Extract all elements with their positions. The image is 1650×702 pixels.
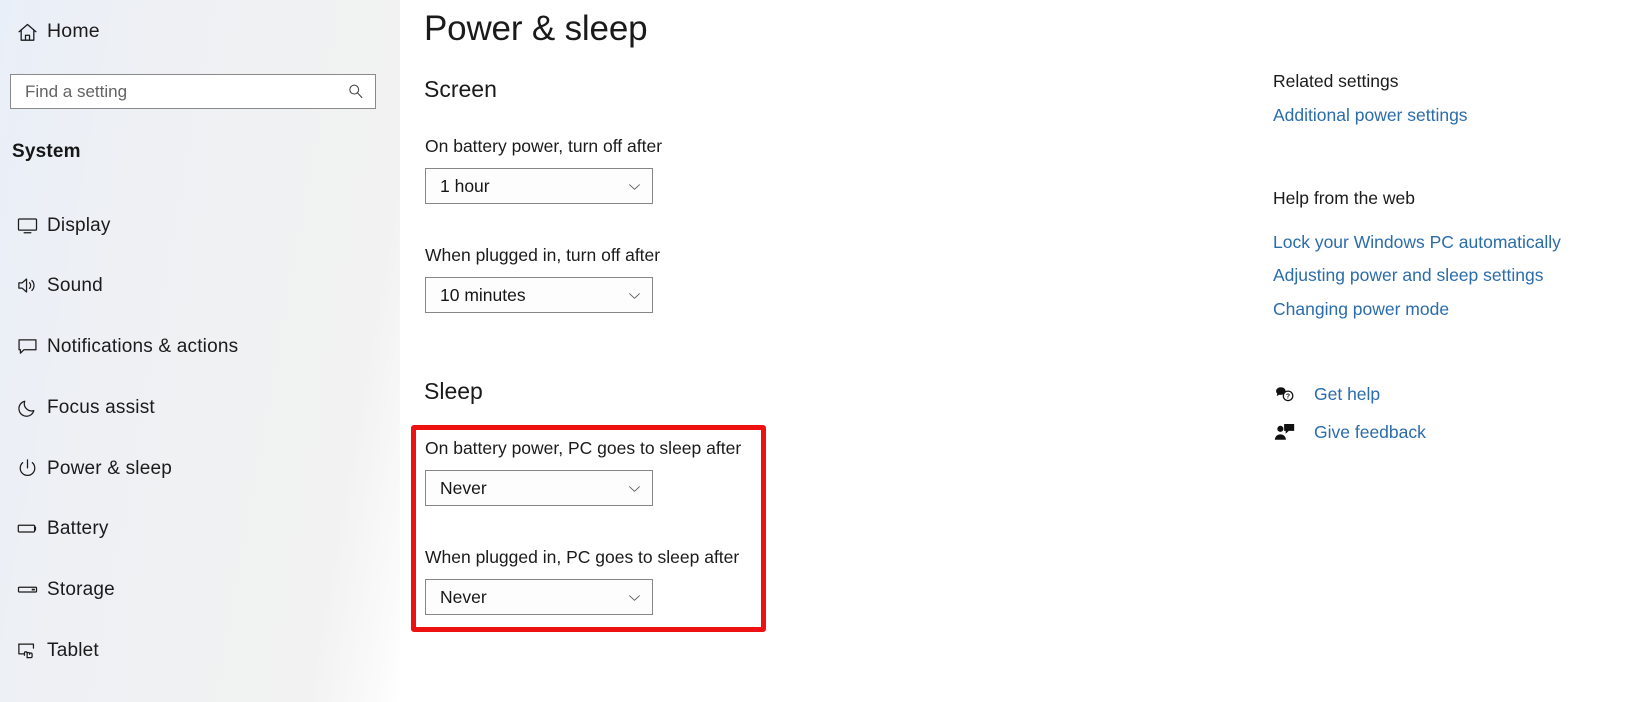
search-box[interactable] — [10, 74, 376, 109]
dropdown-sleep-when-plugged-in-value: Never — [440, 586, 487, 607]
sidebar-item-notifications[interactable]: Notifications & actions — [0, 324, 396, 368]
sidebar-item-display-label: Display — [47, 214, 111, 236]
sidebar-item-sound-label: Sound — [47, 274, 103, 296]
chat-bubble-icon — [7, 335, 47, 358]
sidebar-item-battery[interactable]: Battery — [0, 506, 396, 550]
sidebar-item-home[interactable]: Home — [0, 10, 396, 54]
get-help-label: Get help — [1314, 383, 1381, 404]
link-lock-windows-pc-automatically[interactable]: Lock your Windows PC automatically — [1273, 232, 1561, 253]
label-sleep-on-battery: On battery power, PC goes to sleep after — [425, 438, 742, 458]
section-heading-sleep: Sleep — [424, 378, 483, 404]
search-input[interactable] — [11, 75, 335, 108]
dropdown-sleep-when-plugged-in[interactable]: Never — [425, 579, 653, 615]
sidebar-item-battery-label: Battery — [47, 517, 109, 539]
sidebar-item-display[interactable]: Display — [0, 203, 396, 247]
chevron-down-icon — [616, 287, 652, 304]
dropdown-screen-when-plugged-in[interactable]: 10 minutes — [425, 277, 653, 313]
dropdown-screen-on-battery-value: 1 hour — [440, 175, 490, 196]
moon-icon — [7, 396, 47, 419]
search-icon[interactable] — [335, 82, 375, 101]
related-settings-panel: Related settings Additional power settin… — [1273, 0, 1650, 702]
sidebar-item-focus-assist-label: Focus assist — [47, 396, 155, 418]
related-settings-heading: Related settings — [1273, 71, 1399, 91]
help-from-web-heading: Help from the web — [1273, 188, 1416, 208]
link-changing-power-mode[interactable]: Changing power mode — [1273, 299, 1449, 320]
sidebar-item-tablet[interactable]: Tablet — [0, 628, 396, 672]
sidebar-item-power-and-sleep[interactable]: Power & sleep — [0, 446, 396, 490]
battery-icon — [7, 517, 47, 540]
svg-text:?: ? — [1286, 393, 1290, 400]
dropdown-screen-on-battery[interactable]: 1 hour — [425, 168, 653, 204]
home-icon — [7, 21, 47, 44]
label-sleep-when-plugged-in: When plugged in, PC goes to sleep after — [425, 547, 740, 567]
chevron-down-icon — [616, 589, 652, 606]
give-feedback-label: Give feedback — [1314, 421, 1426, 442]
sidebar-group-label: System — [12, 141, 81, 162]
settings-window: Home System Display — [0, 0, 1650, 702]
feedback-person-icon — [1273, 421, 1307, 444]
link-adjusting-power-and-sleep-settings[interactable]: Adjusting power and sleep settings — [1273, 265, 1543, 286]
sidebar-item-tablet-label: Tablet — [47, 639, 99, 661]
sidebar-item-storage-label: Storage — [47, 578, 115, 600]
page-title: Power & sleep — [424, 9, 648, 48]
power-icon — [7, 457, 47, 480]
sidebar-item-notifications-label: Notifications & actions — [47, 335, 239, 357]
chevron-down-icon — [616, 480, 652, 497]
sidebar-item-storage[interactable]: Storage — [0, 567, 396, 611]
dropdown-sleep-on-battery-value: Never — [440, 477, 487, 498]
sidebar-item-sound[interactable]: Sound — [0, 263, 396, 307]
help-bubble-icon: ? — [1273, 383, 1307, 406]
get-help-button[interactable]: ? Get help — [1273, 380, 1380, 408]
sidebar-item-focus-assist[interactable]: Focus assist — [0, 385, 396, 429]
sidebar-item-power-and-sleep-label: Power & sleep — [47, 457, 172, 479]
label-screen-when-plugged-in: When plugged in, turn off after — [425, 245, 661, 265]
give-feedback-button[interactable]: Give feedback — [1273, 418, 1426, 446]
dropdown-screen-when-plugged-in-value: 10 minutes — [440, 284, 526, 305]
chevron-down-icon — [616, 178, 652, 195]
dropdown-sleep-on-battery[interactable]: Never — [425, 470, 653, 506]
monitor-icon — [7, 214, 47, 237]
speaker-icon — [7, 274, 47, 297]
label-screen-on-battery: On battery power, turn off after — [425, 136, 663, 156]
link-additional-power-settings[interactable]: Additional power settings — [1273, 105, 1468, 126]
disk-icon — [7, 578, 47, 601]
section-heading-screen: Screen — [424, 76, 497, 102]
sidebar: Home System Display — [0, 0, 400, 702]
tablet-icon — [7, 639, 47, 662]
sidebar-item-home-label: Home — [47, 20, 100, 43]
